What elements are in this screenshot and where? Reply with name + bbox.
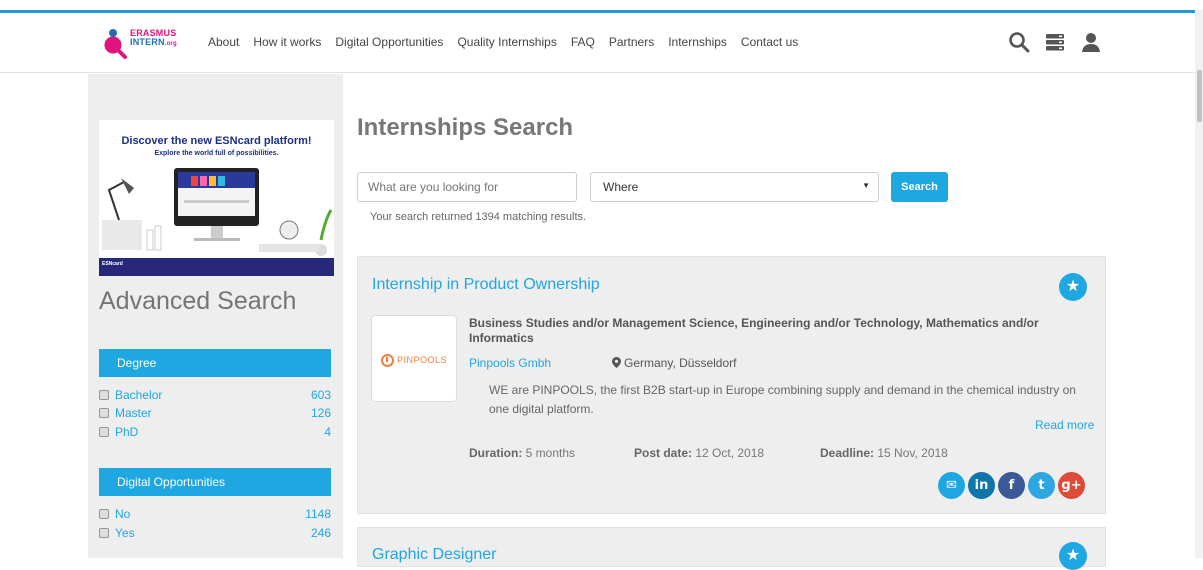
nav-internships[interactable]: Internships <box>668 35 727 49</box>
facet-option-master[interactable]: Master 126 <box>99 406 331 422</box>
facet-option-phd[interactable]: PhD 4 <box>99 425 331 441</box>
results-count-text: Your search returned 1394 matching resul… <box>370 211 587 223</box>
erasmus-intern-logo[interactable]: ERASMUS INTERN.org <box>103 25 177 63</box>
checkbox[interactable] <box>99 427 109 437</box>
banner-footer-bar <box>99 258 334 276</box>
internship-title-link[interactable]: Graphic Designer <box>372 546 497 564</box>
internship-description: WE are PINPOOLS, the first B2B start-up … <box>489 383 1076 416</box>
facet-option-count: 603 <box>310 388 331 402</box>
favorite-star-icon[interactable]: ★ <box>1059 542 1087 570</box>
where-select-value: Where <box>603 180 639 194</box>
map-pin-icon <box>612 357 621 368</box>
nav-quality-internships[interactable]: Quality Internships <box>457 35 556 49</box>
facet-option-yes[interactable]: Yes 246 <box>99 526 331 542</box>
internship-card: Graphic Designer ★ <box>357 527 1106 570</box>
facet-option-count: 4 <box>324 425 331 439</box>
email-share-icon[interactable]: ✉ <box>938 472 965 499</box>
pinpools-logo-mark-icon <box>381 354 394 367</box>
logo-text: ERASMUS INTERN.org <box>130 28 177 48</box>
checkbox[interactable] <box>99 528 109 538</box>
location: Germany, Düsseldorf <box>612 356 736 370</box>
internship-card: Internship in Product Ownership ★ PINPOO… <box>357 256 1106 514</box>
facet-option-no[interactable]: No 1148 <box>99 507 331 523</box>
banner-title: Discover the new ESNcard platform! <box>121 135 312 147</box>
nav-how-it-works[interactable]: How it works <box>253 35 321 49</box>
logo-figure-icon <box>104 29 127 59</box>
banner-footer-text: ESNcard <box>102 261 123 267</box>
page-title: Internships Search <box>357 114 574 141</box>
company-logo[interactable]: PINPOOLS <box>371 315 457 402</box>
checkbox[interactable] <box>99 390 109 400</box>
post-date-value: 12 Oct, 2018 <box>695 446 765 460</box>
where-select[interactable]: Where ▼ <box>590 172 879 202</box>
checkbox[interactable] <box>99 408 109 418</box>
menu-stack-icon[interactable] <box>1044 31 1066 53</box>
facet-option-label: No <box>115 507 131 521</box>
company-logo-text: PINPOOLS <box>397 355 448 365</box>
scrollbar-thumb[interactable] <box>1197 70 1202 122</box>
facet-option-label: Master <box>115 406 152 420</box>
nav-faq[interactable]: FAQ <box>571 35 595 49</box>
facebook-share-icon[interactable]: f <box>998 472 1025 499</box>
facet-digital-opportunities-header[interactable]: Digital Opportunities <box>99 468 331 496</box>
facet-option-label: Yes <box>115 526 135 540</box>
nav-digital-opportunities[interactable]: Digital Opportunities <box>335 35 443 49</box>
linkedin-share-icon[interactable]: in <box>968 472 995 499</box>
favorite-star-icon[interactable]: ★ <box>1059 273 1087 301</box>
internship-title-link[interactable]: Internship in Product Ownership <box>372 276 600 294</box>
checkbox[interactable] <box>99 509 109 519</box>
header-icons <box>1008 31 1102 53</box>
facet-option-count: 126 <box>310 406 331 420</box>
search-input[interactable] <box>357 172 577 202</box>
site-header: ERASMUS INTERN.org About How it works Di… <box>0 13 1195 73</box>
nav-about[interactable]: About <box>208 35 239 49</box>
facet-option-count: 246 <box>310 526 331 540</box>
duration-label: Duration: <box>469 446 523 460</box>
facet-degree-header[interactable]: Degree <box>99 349 331 377</box>
chevron-down-icon: ▼ <box>862 181 870 190</box>
duration: Duration: 5 months <box>469 446 575 460</box>
banner-subtitle: Explore the world full of possibilities. <box>154 150 279 157</box>
duration-value: 5 months <box>525 446 576 460</box>
search-icon[interactable] <box>1008 31 1030 53</box>
read-more-link[interactable]: Read more <box>1035 418 1094 432</box>
facet-option-label: Bachelor <box>115 388 163 402</box>
post-date-label: Post date: <box>634 446 693 460</box>
facet-option-label: PhD <box>115 425 139 439</box>
location-text: Germany, Düsseldorf <box>624 356 737 370</box>
search-button[interactable]: Search <box>891 172 948 202</box>
main-nav: About How it works Digital Opportunities… <box>208 35 812 49</box>
deadline-label: Deadline: <box>820 446 875 460</box>
share-buttons: ✉ in f t g+ <box>938 472 1085 499</box>
facet-option-bachelor[interactable]: Bachelor 603 <box>99 388 331 404</box>
advanced-search-title: Advanced Search <box>99 287 297 315</box>
banner-desk-illustration-icon <box>102 168 333 256</box>
deadline-value: 15 Nov, 2018 <box>877 446 948 460</box>
nav-contact-us[interactable]: Contact us <box>741 35 798 49</box>
post-date: Post date: 12 Oct, 2018 <box>634 446 764 460</box>
facet-option-count: 1148 <box>305 507 331 521</box>
user-icon[interactable] <box>1080 31 1102 53</box>
esncard-banner[interactable]: Discover the new ESNcard platform! Explo… <box>99 120 334 276</box>
company-link[interactable]: Pinpools Gmbh <box>469 356 551 370</box>
nav-partners[interactable]: Partners <box>609 35 654 49</box>
twitter-share-icon[interactable]: t <box>1028 472 1055 499</box>
googleplus-share-icon[interactable]: g+ <box>1058 472 1085 499</box>
study-fields: Business Studies and/or Management Scien… <box>469 316 1039 345</box>
deadline: Deadline: 15 Nov, 2018 <box>820 446 948 460</box>
